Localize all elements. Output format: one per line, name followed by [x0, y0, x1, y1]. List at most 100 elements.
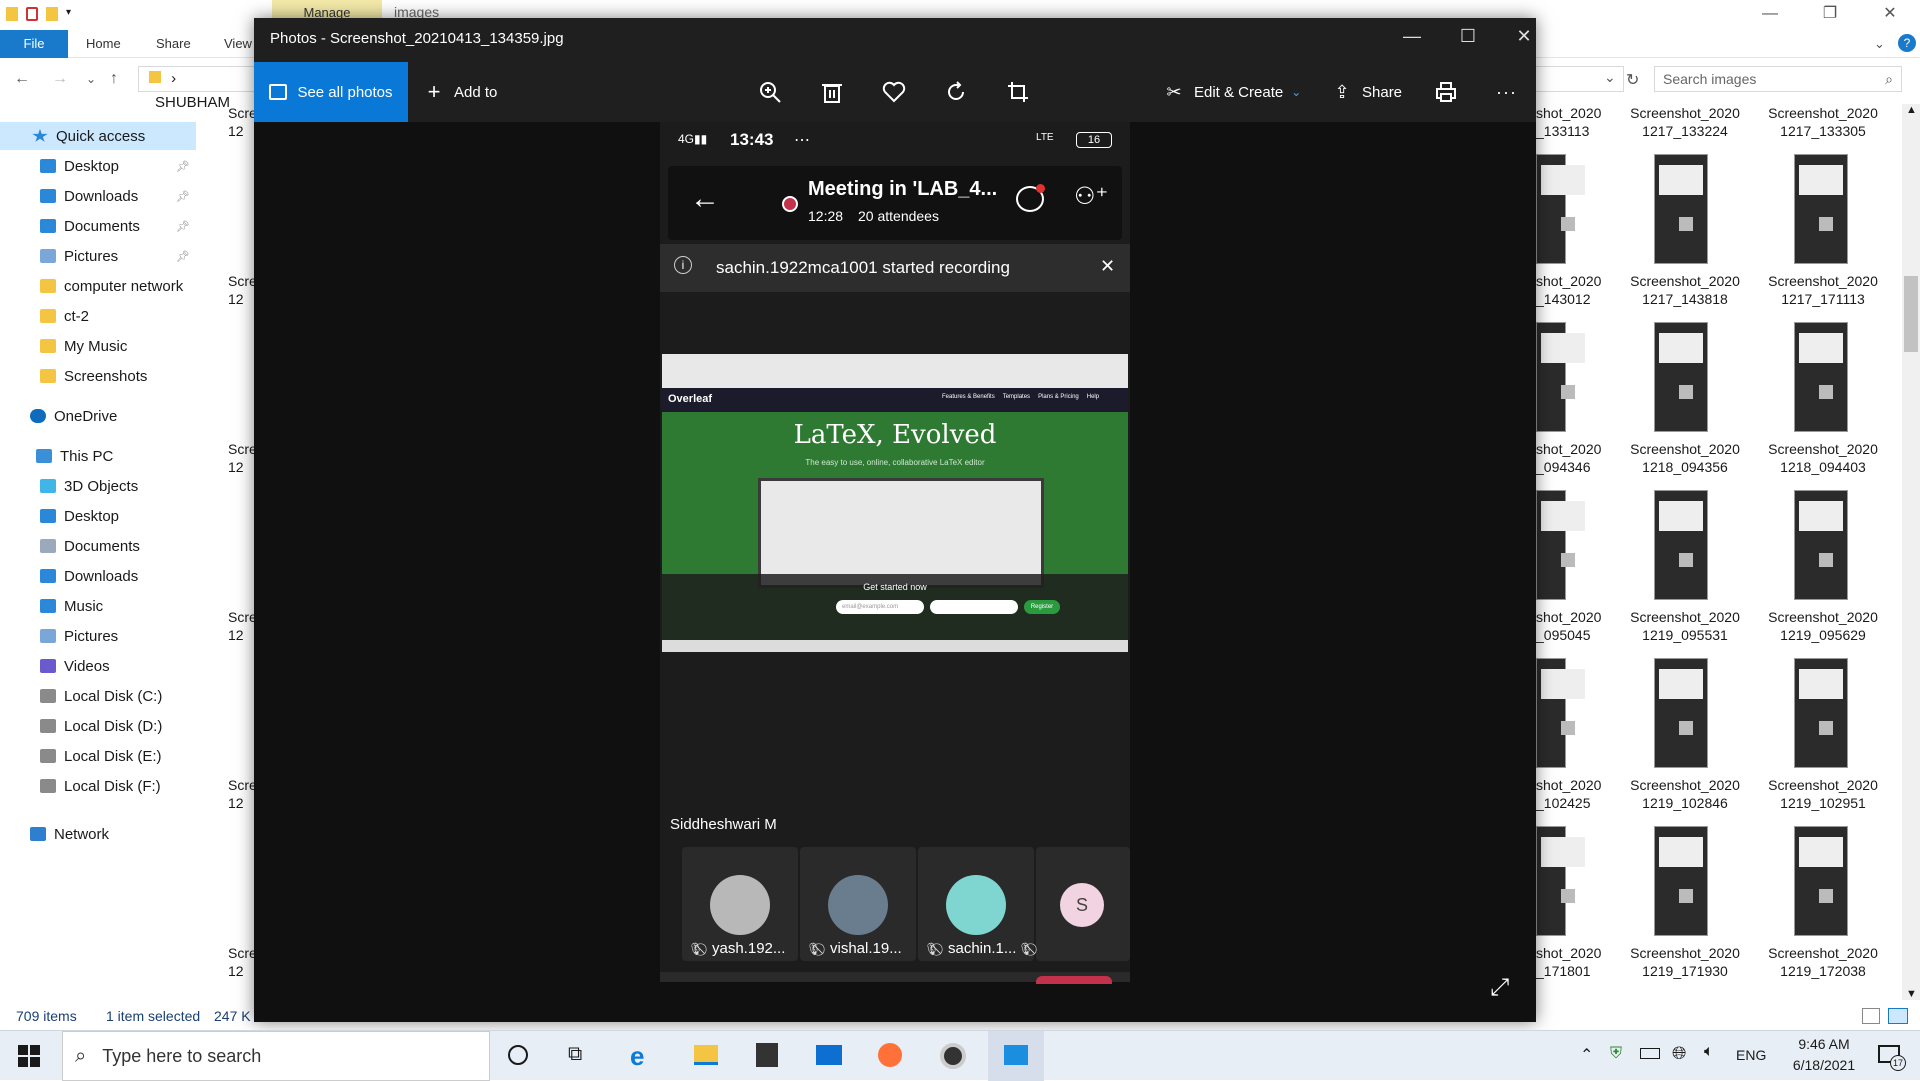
ribbon-expand-icon[interactable]: ⌄ — [1874, 30, 1885, 58]
battery-icon[interactable] — [1640, 1048, 1660, 1059]
nav-pc-documents[interactable]: Documents — [0, 532, 196, 560]
file-item[interactable]: Screenshot_2020 1217_171113 — [1758, 272, 1888, 308]
file-item[interactable]: shot_2020 _143012 — [1536, 272, 1601, 308]
nav-quick-computer-network[interactable]: computer network — [0, 272, 196, 300]
taskbar-search-box[interactable]: ⌕ Type here to search — [62, 1031, 490, 1081]
participant-tile[interactable]: 🎙︎⃠ sachin.1... — [918, 847, 1034, 961]
edit-create-button[interactable]: ✂ Edit & Create ⌄ — [1162, 80, 1301, 104]
nav-quick-documents[interactable]: Documents 📌︎ — [0, 212, 196, 240]
close-button[interactable]: ✕ — [1860, 0, 1920, 28]
nav-quick-downloads[interactable]: Downloads 📌︎ — [0, 182, 196, 210]
print-button[interactable] — [1434, 80, 1458, 104]
help-icon[interactable]: ? — [1898, 34, 1916, 52]
pin-icon[interactable]: 📌︎ — [176, 190, 190, 203]
nav-pc-local-disk-e-[interactable]: Local Disk (E:) — [0, 742, 196, 770]
back-arrow-icon[interactable]: ← — [690, 184, 720, 214]
file-thumbnail[interactable] — [1794, 322, 1848, 432]
file-thumbnail[interactable] — [1536, 322, 1585, 432]
delete-button[interactable] — [820, 80, 844, 104]
dismiss-banner-icon[interactable]: ✕ — [1100, 256, 1115, 277]
file-item[interactable]: Screenshot_2020 1217_133224 — [1620, 104, 1750, 140]
crop-button[interactable] — [1006, 80, 1030, 104]
nav-pc-local-disk-c-[interactable]: Local Disk (C:) — [0, 682, 196, 710]
file-thumbnail[interactable] — [1536, 154, 1585, 264]
file-tab[interactable]: File — [0, 30, 68, 58]
more-options-button[interactable]: ··· — [1496, 80, 1517, 104]
file-item[interactable]: shot_2020 _171801 — [1536, 944, 1601, 980]
mail-icon[interactable] — [816, 1045, 842, 1065]
clock-time[interactable]: 9:46 AM — [1786, 1036, 1862, 1052]
pin-icon[interactable]: 📌︎ — [176, 250, 190, 263]
nav-quick-screenshots[interactable]: Screenshots — [0, 362, 196, 390]
file-item[interactable]: shot_2020 _102425 — [1536, 776, 1601, 812]
media-player-icon[interactable] — [940, 1043, 966, 1069]
file-thumbnail[interactable] — [1794, 490, 1848, 600]
pin-icon[interactable]: 📌︎ — [176, 160, 190, 173]
maximize-button[interactable]: ☐ — [1448, 26, 1488, 47]
store-icon[interactable] — [756, 1043, 778, 1067]
share-tab[interactable]: Share — [156, 30, 191, 58]
customize-qat-icon[interactable]: ▾ — [66, 7, 76, 21]
file-item[interactable]: Screenshot_2020 1217_143818 — [1620, 272, 1750, 308]
file-item[interactable]: Screenshot_2020 1219_102846 — [1620, 776, 1750, 812]
file-thumbnail[interactable] — [1654, 322, 1708, 432]
new-folder-icon[interactable] — [46, 7, 58, 21]
file-thumbnail[interactable] — [1654, 826, 1708, 936]
nav-quick-my-music[interactable]: My Music — [0, 332, 196, 360]
nav-this-pc[interactable]: This PC — [0, 442, 196, 470]
file-thumbnail[interactable] — [1536, 658, 1585, 768]
nav-quick-access[interactable]: Quick access — [0, 122, 196, 150]
file-item[interactable]: Screenshot_2020 1217_133305 — [1758, 104, 1888, 140]
search-input[interactable]: Search images ⌕ — [1654, 66, 1902, 92]
file-thumbnail[interactable] — [1654, 490, 1708, 600]
address-dropdown-icon[interactable]: ⌄ — [1604, 69, 1616, 86]
scrollbar-thumb[interactable] — [1904, 276, 1918, 352]
file-item[interactable]: Screenshot_2020 1219_095629 — [1758, 608, 1888, 644]
forward-arrow-icon[interactable]: → — [52, 70, 68, 88]
nav-pc-pictures[interactable]: Pictures — [0, 622, 196, 650]
fullscreen-icon[interactable]: ⤢ — [1490, 974, 1509, 1002]
nav-pc-music[interactable]: Music — [0, 592, 196, 620]
file-item[interactable]: Screenshot_2020 1219_172038 — [1758, 944, 1888, 980]
nav-pc-local-disk-f-[interactable]: Local Disk (F:) — [0, 772, 196, 800]
details-view-icon[interactable] — [1862, 1008, 1880, 1024]
file-thumbnail[interactable] — [1536, 490, 1585, 600]
nav-quick-pictures[interactable]: Pictures 📌︎ — [0, 242, 196, 270]
view-tab[interactable]: View — [224, 30, 252, 58]
nav-pc-local-disk-d-[interactable]: Local Disk (D:) — [0, 712, 196, 740]
defender-icon[interactable]: ⛨ — [1610, 1045, 1622, 1063]
participant-tile[interactable]: 🎙︎⃠ vishal.19... — [800, 847, 916, 961]
leave-button[interactable] — [1036, 976, 1112, 984]
file-item[interactable]: Screenshot_2020 1218_094403 — [1758, 440, 1888, 476]
recent-locations-icon[interactable]: ⌄ — [86, 72, 96, 86]
tiles-view-icon[interactable] — [1888, 1008, 1908, 1024]
file-thumbnail[interactable] — [1654, 154, 1708, 264]
minimize-button[interactable]: — — [1392, 26, 1432, 47]
volume-icon[interactable]: 🔈︎ — [1704, 1043, 1714, 1061]
share-button[interactable]: ⇪ Share — [1330, 80, 1402, 104]
nav-quick-desktop[interactable]: Desktop 📌︎ — [0, 152, 196, 180]
file-thumbnail[interactable] — [1794, 154, 1848, 264]
cortana-icon[interactable] — [508, 1045, 528, 1065]
nav-onedrive[interactable]: OneDrive — [0, 402, 196, 430]
nav-pc-3d-objects[interactable]: 3D Objects — [0, 472, 196, 500]
vertical-scrollbar[interactable]: ▲ ▼ — [1902, 104, 1920, 1000]
zoom-button[interactable] — [758, 80, 782, 104]
firefox-icon[interactable] — [878, 1043, 902, 1067]
network-icon[interactable]: 🌐︎ — [1672, 1043, 1686, 1064]
scroll-down-icon[interactable]: ▼ — [1906, 988, 1917, 1000]
home-tab[interactable]: Home — [86, 30, 121, 58]
clock-date[interactable]: 6/18/2021 — [1786, 1057, 1862, 1073]
file-item[interactable]: shot_2020 _094346 — [1536, 440, 1601, 476]
file-item[interactable]: Screenshot_2020 1219_102951 — [1758, 776, 1888, 812]
file-thumbnail[interactable] — [1794, 826, 1848, 936]
pin-icon[interactable]: 📌︎ — [176, 220, 190, 233]
nav-quick-ct-2[interactable]: ct-2 — [0, 302, 196, 330]
task-view-icon[interactable]: ⧉ — [568, 1043, 582, 1066]
nav-pc-videos[interactable]: Videos — [0, 652, 196, 680]
favorite-button[interactable] — [882, 80, 906, 104]
edge-icon[interactable]: e — [630, 1041, 644, 1072]
close-button[interactable]: ✕ — [1504, 26, 1544, 47]
up-arrow-icon[interactable]: ↑ — [110, 70, 118, 88]
file-thumbnail[interactable] — [1794, 658, 1848, 768]
